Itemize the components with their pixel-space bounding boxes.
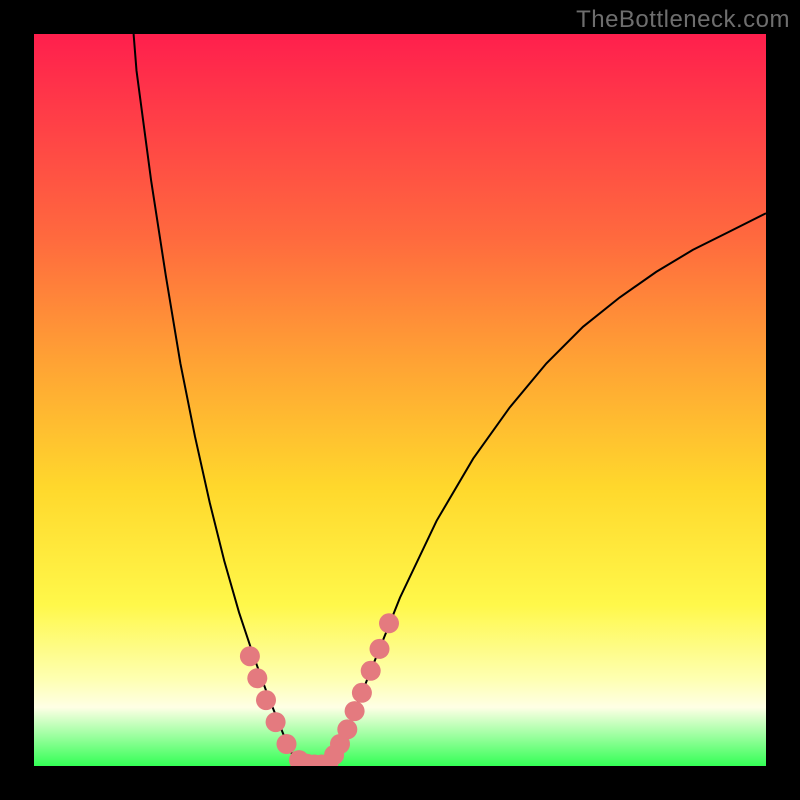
marker-group: [240, 613, 399, 766]
data-marker: [266, 712, 286, 732]
data-marker: [345, 701, 365, 721]
data-marker: [277, 734, 297, 754]
curve-right: [331, 213, 767, 764]
chart-frame: TheBottleneck.com: [0, 0, 800, 800]
plot-area: [34, 34, 766, 766]
watermark-text: TheBottleneck.com: [576, 6, 790, 34]
data-marker: [240, 646, 260, 666]
data-marker: [370, 639, 390, 659]
data-marker: [256, 690, 276, 710]
data-marker: [361, 661, 381, 681]
data-marker: [352, 683, 372, 703]
data-marker: [337, 719, 357, 739]
chart-svg: [34, 34, 766, 766]
data-marker: [247, 668, 267, 688]
data-marker: [379, 613, 399, 633]
curve-left: [134, 34, 302, 764]
